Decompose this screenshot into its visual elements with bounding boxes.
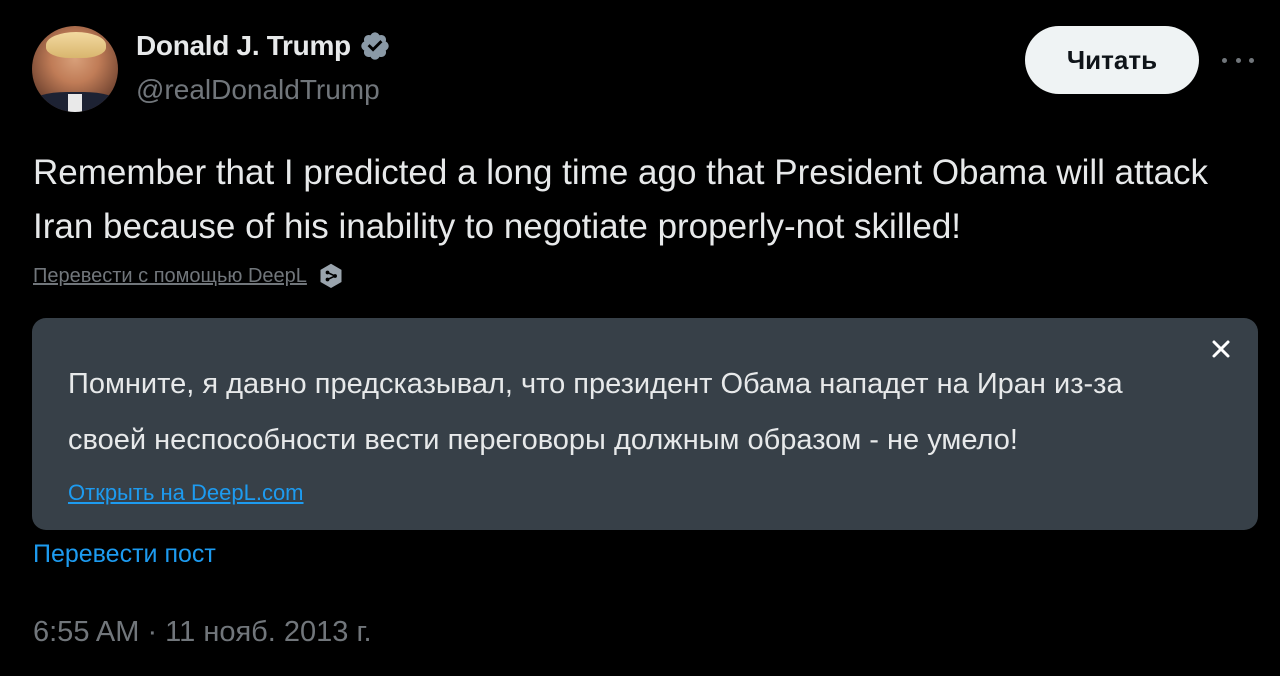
author-handle[interactable]: @realDonaldTrump [136, 74, 380, 106]
more-dot [1222, 57, 1227, 63]
avatar-shirt [68, 94, 82, 112]
open-deepl-link[interactable]: Открыть на DeepL.com [68, 480, 304, 506]
author-display-name[interactable]: Donald J. Trump [136, 30, 351, 62]
author-name-row: Donald J. Trump [136, 30, 391, 62]
translation-panel: Помните, я давно предсказывал, что прези… [32, 318, 1258, 530]
translation-text: Помните, я давно предсказывал, что прези… [68, 368, 1123, 456]
more-dot [1249, 57, 1254, 63]
avatar[interactable] [32, 26, 118, 112]
avatar-hair [46, 32, 106, 58]
verified-badge-icon[interactable] [359, 30, 391, 62]
deepl-translate-row: Перевести с помощью DeepL [33, 262, 345, 290]
deepl-translate-link[interactable]: Перевести с помощью DeepL [33, 265, 307, 288]
more-horizontal-icon[interactable] [1222, 50, 1254, 70]
tweet-timestamp[interactable]: 6:55 AM · 11 нояб. 2013 г. [33, 616, 372, 649]
tweet-text: Remember that I predicted a long time ag… [33, 153, 1209, 246]
deepl-logo-icon [317, 262, 345, 290]
more-dot [1235, 57, 1241, 63]
close-icon[interactable] [1210, 338, 1232, 360]
translate-post-link[interactable]: Перевести пост [33, 540, 216, 569]
follow-button[interactable]: Читать [1025, 26, 1199, 94]
